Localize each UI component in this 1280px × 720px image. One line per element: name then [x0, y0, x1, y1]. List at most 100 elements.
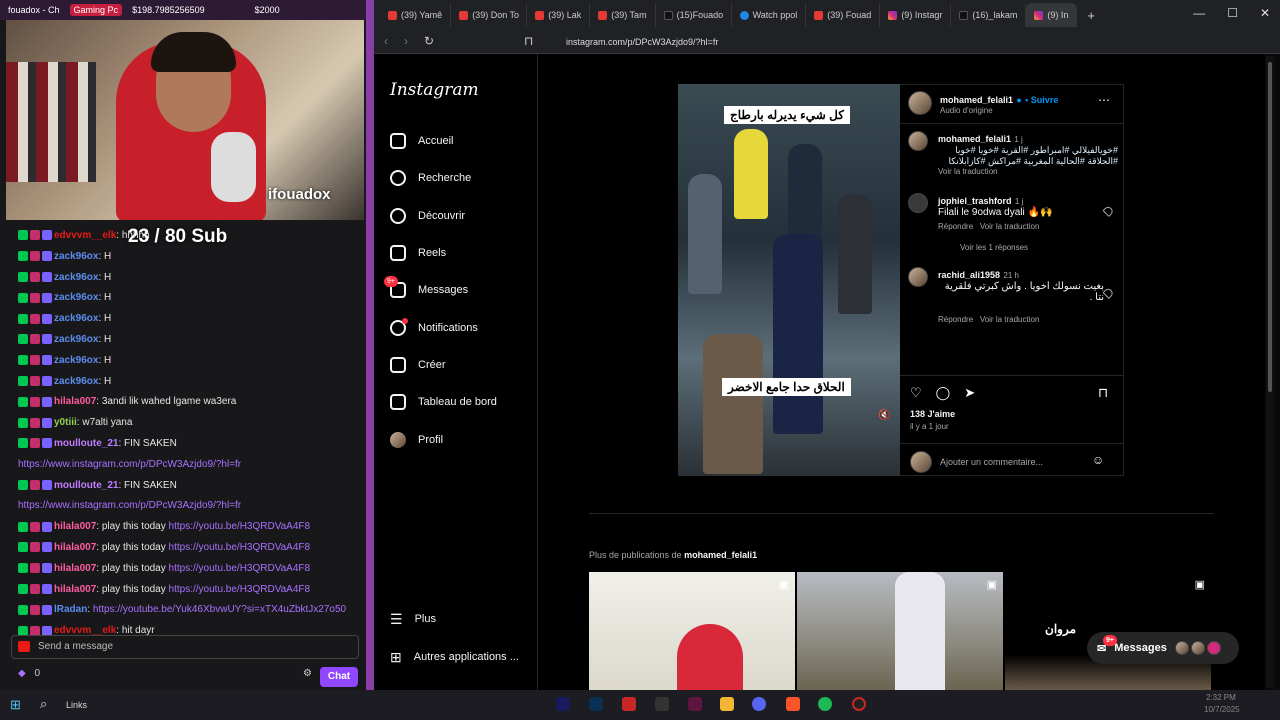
nav-reels[interactable]: Reels — [390, 241, 446, 265]
nav-dashboard[interactable]: Tableau de bord — [390, 390, 497, 414]
close-icon[interactable]: ✕ — [1260, 6, 1270, 20]
more-options-icon[interactable]: ⋯ — [1098, 93, 1110, 107]
post-thumbnail[interactable]: ▣ — [797, 572, 1003, 690]
messages-pill[interactable]: ✉ 9+ Messages — [1087, 632, 1239, 664]
chat-username[interactable]: hilala007 — [54, 542, 96, 553]
chat-username[interactable]: edvvvm__elk — [54, 230, 116, 241]
author-avatar[interactable] — [908, 91, 932, 115]
more-posts-user[interactable]: mohamed_felali1 — [684, 550, 757, 560]
emoji-icon[interactable]: ☺ — [1092, 453, 1104, 467]
comment-avatar[interactable] — [908, 267, 928, 287]
chat-username[interactable]: zack96ox — [54, 334, 98, 345]
browser-tab[interactable]: (39) Yamê — [380, 3, 452, 27]
discord-icon[interactable] — [752, 697, 766, 711]
photoshop-icon[interactable] — [589, 697, 603, 711]
browser-tab[interactable]: (15)Fouado — [656, 3, 732, 27]
likes-count[interactable]: 138 J'aime — [910, 409, 955, 419]
new-tab-icon[interactable]: + — [1087, 8, 1095, 23]
capture-icon[interactable] — [655, 697, 669, 711]
browser-tab[interactable]: (39) Don To — [451, 3, 528, 27]
desc-author[interactable]: mohamed_felali1 — [938, 134, 1011, 144]
nav-explore[interactable]: Découvrir — [390, 204, 465, 228]
like-icon[interactable]: ♡ — [910, 385, 922, 401]
comment-input[interactable]: Ajouter un commentaire... — [940, 457, 1043, 467]
chat-username[interactable]: zack96ox — [54, 251, 98, 262]
nav-search[interactable]: Recherche — [390, 166, 471, 190]
share-icon[interactable]: ➤ — [964, 385, 975, 401]
taskbar-search-label[interactable]: Links — [66, 700, 87, 710]
nav-create[interactable]: Créer — [390, 353, 446, 377]
post-video[interactable]: كل شيء يديرله بارطاج الحلاق حدا جامع الا… — [678, 84, 900, 476]
chat-username[interactable]: y0tiii — [54, 417, 77, 428]
chat-username[interactable]: zack96ox — [54, 313, 98, 324]
editor-icon[interactable] — [688, 697, 702, 711]
chat-username[interactable]: lRadan — [54, 604, 87, 615]
browser-tab[interactable]: (39) Tam — [590, 3, 656, 27]
chat-username[interactable]: hilala007 — [54, 584, 96, 595]
forward-icon[interactable]: › — [404, 34, 408, 48]
chat-link[interactable]: https://www.instagram.com/p/DPcW3Azjdo9/… — [18, 500, 241, 511]
chat-username[interactable]: hilala007 — [54, 396, 96, 407]
post-thumbnail[interactable]: مروان ▣ — [1005, 572, 1211, 690]
chat-button[interactable]: Chat — [320, 667, 358, 687]
settings-icon[interactable]: ⚙ — [303, 668, 312, 679]
minimize-icon[interactable]: — — [1193, 6, 1205, 20]
chat-username[interactable]: zack96ox — [54, 355, 98, 366]
chat-username[interactable]: zack96ox — [54, 292, 98, 303]
nav-notifications[interactable]: Notifications — [390, 316, 478, 340]
comment-icon[interactable]: ◯ — [936, 385, 951, 401]
premiere-icon[interactable] — [556, 697, 570, 711]
reload-icon[interactable]: ↻ — [424, 34, 434, 48]
windows-start-icon[interactable]: ⊞ — [10, 697, 21, 713]
comment-user[interactable]: jophiel_trashford — [938, 196, 1012, 206]
reply-link[interactable]: Répondre — [938, 315, 973, 324]
maximize-icon[interactable]: ☐ — [1227, 6, 1238, 20]
app-icon[interactable] — [622, 697, 636, 711]
audio-label[interactable]: Audio d'origine — [940, 106, 1058, 115]
browser-tab[interactable]: (39) Lak — [527, 3, 591, 27]
chat-username[interactable]: hilala007 — [54, 563, 96, 574]
reply-link[interactable]: Répondre — [938, 222, 973, 231]
nav-profile[interactable]: Profil — [390, 428, 443, 452]
url-field[interactable]: instagram.com/p/DPcW3Azjdo9/?hl=fr — [540, 32, 970, 52]
chat-link[interactable]: https://youtu.be/H3QRDVaA4F8 — [169, 584, 311, 595]
bookmark-icon[interactable]: ⊓ — [524, 34, 533, 48]
instagram-logo[interactable]: Instagram — [390, 80, 479, 100]
nav-more[interactable]: ☰ Plus — [390, 607, 436, 631]
save-icon[interactable]: ⊓ — [1098, 385, 1108, 401]
see-replies[interactable]: Voir les 1 réponses — [938, 243, 1118, 252]
desc-avatar[interactable] — [908, 131, 928, 151]
chat-username[interactable]: hilala007 — [54, 521, 96, 532]
post-thumbnail[interactable]: ▣ — [589, 572, 795, 690]
obs-icon[interactable] — [852, 697, 866, 711]
chat-username[interactable]: zack96ox — [54, 376, 98, 387]
mute-icon[interactable]: 🔇 — [878, 410, 890, 421]
chat-link[interactable]: https://youtu.be/H3QRDVaA4F8 — [169, 563, 311, 574]
browser-tab[interactable]: Watch ppol — [732, 3, 807, 27]
scrollbar-thumb[interactable] — [1268, 62, 1272, 392]
spotify-icon[interactable] — [818, 697, 832, 711]
desc-hashtags[interactable]: #خويالفيلالي #امبراطور #القرية #خويا #خو… — [938, 145, 1118, 167]
file-explorer-icon[interactable] — [720, 697, 734, 711]
comment-avatar[interactable] — [908, 193, 928, 213]
brave-icon[interactable] — [786, 697, 800, 711]
browser-tab[interactable]: (9) Instagr — [880, 3, 952, 27]
follow-button[interactable]: • Suivre — [1025, 95, 1058, 105]
back-icon[interactable]: ‹ — [384, 34, 388, 48]
chat-link[interactable]: https://youtube.be/Yuk46XbvwUY?si=xTX4uZ… — [93, 604, 346, 615]
chat-username[interactable]: moulloute_21 — [54, 480, 118, 491]
nav-other-apps[interactable]: ⊞ Autres applications ... — [390, 645, 519, 669]
browser-tab[interactable]: (9) In — [1026, 3, 1078, 27]
chat-username[interactable]: moulloute_21 — [54, 438, 118, 449]
nav-home[interactable]: Accueil — [390, 129, 453, 153]
chat-link[interactable]: https://youtu.be/H3QRDVaA4F8 — [169, 521, 311, 532]
translate-link[interactable]: Voir la traduction — [980, 315, 1040, 324]
browser-tab[interactable]: (16)_lakam — [951, 3, 1027, 27]
clock-time[interactable]: 2:32 PM — [1206, 693, 1236, 702]
search-icon[interactable]: ⌕ — [40, 696, 47, 712]
points-icon[interactable]: ◆ — [18, 668, 26, 679]
browser-tab[interactable]: (39) Fouad — [806, 3, 881, 27]
clock-date[interactable]: 10/7/2025 — [1204, 705, 1240, 714]
chat-username[interactable]: zack96ox — [54, 272, 98, 283]
chat-link[interactable]: https://www.instagram.com/p/DPcW3Azjdo9/… — [18, 459, 241, 470]
